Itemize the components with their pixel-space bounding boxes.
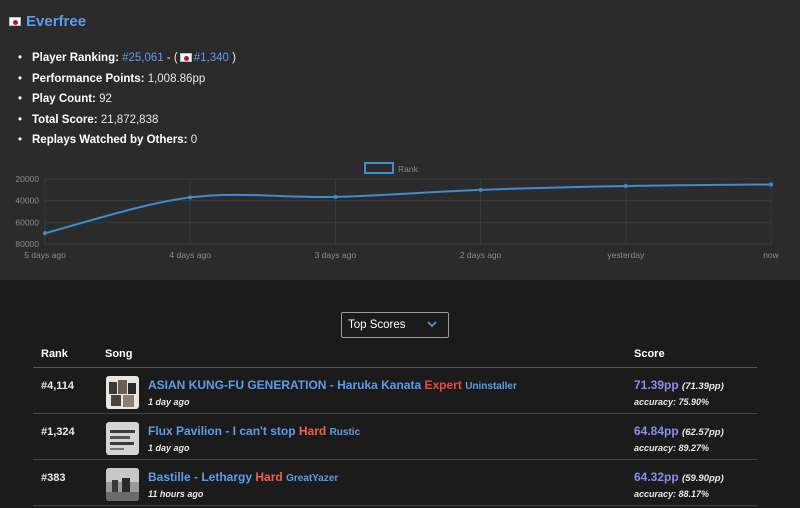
score-pp: 64.84pp (62.57pp) <box>634 424 724 438</box>
replays-value: 0 <box>190 134 198 146</box>
player-panel: Everfree Player Ranking: #25,061 - ( #1,3… <box>0 0 800 280</box>
player-name[interactable]: Everfree <box>26 13 86 30</box>
play-count: Play Count: 92 <box>18 89 236 110</box>
data-point <box>769 182 773 187</box>
play-time: 11 hours ago <box>148 489 204 499</box>
global-rank-link[interactable]: #25,061 <box>122 52 164 64</box>
difficulty-label: Hard <box>255 470 283 484</box>
playcount-value: 92 <box>99 93 112 105</box>
x-tick-label: yesterday <box>607 250 645 260</box>
pp-raw: 71.39pp <box>634 378 679 392</box>
replays-label: Replays Watched by Others: <box>32 134 188 146</box>
table-row[interactable]: #4,114 ASIAN KUNG-FU GENERATION - Haruka… <box>33 368 757 414</box>
chevron-down-icon <box>427 321 437 328</box>
score-sort-dropdown[interactable]: Top Scores <box>341 312 449 338</box>
data-point <box>43 231 47 236</box>
song-title[interactable]: Bastille - Lethargy Hard GreatYazer <box>148 470 338 484</box>
mapper-link[interactable]: Uninstaller <box>465 381 517 392</box>
score-rank: #4,114 <box>41 380 75 392</box>
score-column-header: Score <box>634 348 665 360</box>
player-ranking: Player Ranking: #25,061 - ( #1,340 ) <box>18 48 236 69</box>
pp-weighted: (71.39pp) <box>682 381 724 392</box>
score-accuracy: accuracy: 88.17% <box>634 489 710 499</box>
pp-raw: 64.84pp <box>634 424 679 438</box>
song-title[interactable]: ASIAN KUNG-FU GENERATION - Haruka Kanata… <box>148 378 517 392</box>
x-tick-label: 4 days ago <box>169 250 211 260</box>
song-title[interactable]: Flux Pavilion - I can't stop Hard Rustic <box>148 424 360 438</box>
y-tick-label: 20000 <box>15 174 39 184</box>
score-rank: #1,324 <box>41 426 75 438</box>
score-pp: 71.39pp (71.39pp) <box>634 378 724 392</box>
song-cover-image <box>106 422 139 455</box>
score-label: Total Score: <box>32 113 98 126</box>
y-tick-label: 60000 <box>15 217 39 227</box>
score-accuracy: accuracy: 89.27% <box>634 443 710 453</box>
pp-value: 1,008.86pp <box>147 72 206 85</box>
japan-flag-icon <box>179 53 192 62</box>
play-time: 1 day ago <box>148 397 190 407</box>
score-rank: #383 <box>41 472 66 484</box>
legend-swatch <box>364 162 394 174</box>
replays-watched: Replays Watched by Others: 0 <box>18 130 236 151</box>
song-cover-image <box>106 468 139 501</box>
rank-column-header: Rank <box>41 348 68 360</box>
y-tick-label: 40000 <box>15 196 39 206</box>
rank-chart: 20000 40000 60000 80000 5 days ago 4 days ago… <box>0 158 800 268</box>
song-cover-image <box>106 376 139 409</box>
player-header: Everfree <box>9 13 86 30</box>
score-value: 21,872,838 <box>100 113 159 126</box>
pp-weighted: (59.90pp) <box>682 473 724 484</box>
x-tick-label: 3 days ago <box>315 250 357 260</box>
dropdown-label: Top Scores <box>348 319 406 331</box>
playcount-label: Play Count: <box>32 93 96 105</box>
series-line-rank <box>44 183 772 235</box>
song-name[interactable]: Flux Pavilion - I can't stop <box>148 424 296 438</box>
rank-close: ) <box>228 52 236 64</box>
x-tick-label: now <box>763 250 779 260</box>
pp-label: Performance Points: <box>32 72 145 85</box>
data-point <box>478 187 483 192</box>
song-column-header: Song <box>105 348 133 360</box>
data-point <box>188 195 193 200</box>
data-point <box>333 194 338 199</box>
data-point <box>623 184 628 189</box>
difficulty-label: Hard <box>298 424 327 438</box>
rank-separator: - ( <box>163 52 178 64</box>
mapper-link[interactable]: Rustic <box>330 427 361 438</box>
score-pp: 64.32pp (59.90pp) <box>634 470 724 484</box>
song-name[interactable]: ASIAN KUNG-FU GENERATION - Haruka Kanata <box>148 378 421 392</box>
table-row[interactable]: #383 Bastille - Lethargy Hard GreatYazer… <box>33 460 757 506</box>
x-tick-label: 2 days ago <box>460 250 502 260</box>
mapper-link[interactable]: GreatYazer <box>286 473 338 484</box>
scores-table: Rank Song Score #4,114 ASIAN KUNG-FU GEN… <box>33 340 757 506</box>
ranking-label: Player Ranking: <box>32 52 119 64</box>
country-rank-link[interactable]: #1,340 <box>194 52 229 64</box>
y-tick-label: 80000 <box>15 239 39 249</box>
performance-points: Performance Points: 1,008.86pp <box>18 69 236 90</box>
score-accuracy: accuracy: 75.90% <box>634 397 710 407</box>
pp-weighted: (62.57pp) <box>682 427 724 438</box>
total-score: Total Score: 21,872,838 <box>18 110 236 131</box>
x-tick-label: 5 days ago <box>24 250 66 260</box>
player-stats: Player Ranking: #25,061 - ( #1,340 ) Perf… <box>18 48 236 151</box>
difficulty-label: Expert <box>424 378 462 392</box>
rank-chart-svg: 20000 40000 60000 800005 days ago 4 days ago… <box>15 162 780 260</box>
table-row[interactable]: #1,324 Flux Pavilion - I can't stop Hard… <box>33 414 757 460</box>
pp-raw: 64.32pp <box>634 470 679 484</box>
legend-label: Rank <box>398 164 419 174</box>
song-name[interactable]: Bastille - Lethargy <box>148 470 252 484</box>
japan-flag-icon <box>9 17 21 26</box>
table-header: Rank Song Score <box>33 340 757 368</box>
play-time: 1 day ago <box>148 443 190 453</box>
